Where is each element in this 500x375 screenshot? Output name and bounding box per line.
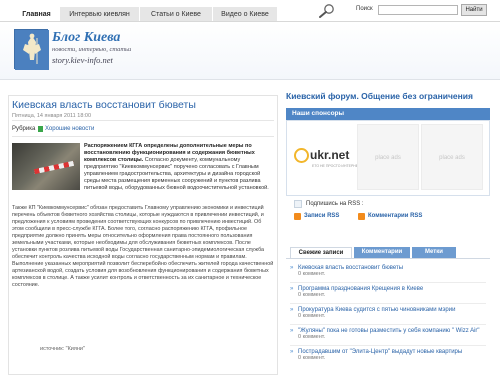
- list-item: "Жуляны" пока не готовы разместить у себ…: [290, 328, 490, 340]
- recent-post-link[interactable]: "Жуляны" пока не готовы разместить у себ…: [290, 328, 490, 334]
- ad-placeholder-1[interactable]: place ads: [357, 124, 419, 190]
- recent-post-link[interactable]: Программа празднования Крещения в Киеве: [290, 286, 490, 292]
- tab-home[interactable]: Главная: [14, 7, 60, 22]
- list-item: Программа празднования Крещения в Киеве …: [290, 286, 490, 298]
- rubric-icon: [38, 126, 43, 132]
- tab-recent-posts[interactable]: Свежие записи: [290, 247, 352, 258]
- ukrnet-brand: ukr.net: [310, 148, 350, 162]
- tab-interviews[interactable]: Интервью киевлян: [60, 7, 140, 22]
- list-item: Прокуратура Киева судится с пятью чиновн…: [290, 307, 490, 319]
- tab-videos[interactable]: Видео о Киеве: [213, 7, 278, 22]
- magnifier-icon: [319, 4, 334, 18]
- divider: [290, 324, 486, 325]
- site-subtitle: новости, интервью, статьи: [52, 46, 132, 53]
- article-title[interactable]: Киевская власть восстановит бюветы: [12, 99, 196, 111]
- list-item: Киевская власть восстановит бюветы 0 ком…: [290, 265, 490, 277]
- divider: [290, 282, 486, 283]
- rubric-link[interactable]: Хорошие новости: [45, 126, 94, 132]
- sponsors-label: Наши спонсоры: [292, 110, 345, 117]
- search-input[interactable]: [378, 5, 458, 15]
- search-button[interactable]: Найти: [461, 4, 487, 16]
- recent-post-link[interactable]: Киевская власть восстановит бюветы: [290, 265, 490, 271]
- rss-subscribe-label: Подпишись на RSS :: [306, 201, 364, 207]
- article-photo: [12, 143, 80, 190]
- forum-link[interactable]: Киевский форум. Общение без ограничения: [286, 91, 473, 101]
- subscribe-icon: [294, 200, 302, 208]
- rss-comments-link[interactable]: Комментарии RSS: [368, 213, 422, 219]
- tab-articles[interactable]: Статьи о Киеве: [140, 7, 213, 22]
- search-label: Поиск: [356, 6, 373, 12]
- list-item: Пострадавшим от "Элита-Центр" выдадут но…: [290, 349, 490, 361]
- article-body: Также КП "Киевкоммунсервис" обязан предо…: [12, 205, 274, 288]
- rss-icon: [358, 213, 365, 220]
- comment-count: 0 коммент.: [298, 355, 326, 361]
- recent-post-link[interactable]: Пострадавшим от "Элита-Центр" выдадут но…: [290, 349, 490, 355]
- rubric-label: Рубрика: [12, 126, 36, 132]
- top-navigation: Главная Интервью киевлян Статьи о Киеве …: [0, 0, 500, 22]
- tab-comments[interactable]: Комментарии: [354, 247, 410, 258]
- article-source: источник: "Кияни": [40, 346, 85, 352]
- kyiv-coat-of-arms-logo[interactable]: [14, 29, 49, 70]
- recent-post-link[interactable]: Прокуратура Киева судится с пятью чиновн…: [290, 307, 490, 313]
- rss-posts-link[interactable]: Записи RSS: [304, 213, 339, 219]
- tab-tags[interactable]: Метки: [412, 247, 456, 258]
- comment-count: 0 коммент.: [298, 313, 326, 319]
- comment-count: 0 коммент.: [298, 292, 326, 298]
- divider: [12, 136, 274, 137]
- site-title[interactable]: Блог Киева: [52, 30, 120, 46]
- article-date: Пятница, 14 января 2011 18:00: [12, 113, 92, 119]
- tabs-divider: [286, 258, 490, 259]
- barrier-tape: [33, 160, 75, 175]
- divider: [12, 120, 274, 121]
- divider: [290, 345, 486, 346]
- ukrnet-tagline: ЕТО НЕ ПРОСТО ИНТЕРНЕТ: [312, 164, 361, 168]
- ad-placeholder-2[interactable]: place ads: [421, 124, 483, 190]
- article-lead: Распоряжением КГГА определены дополнител…: [84, 143, 274, 192]
- divider: [290, 303, 486, 304]
- archangel-icon: [15, 30, 49, 70]
- site-url: story.kiev-info.net: [52, 55, 113, 65]
- comment-count: 0 коммент.: [298, 334, 326, 340]
- ukrnet-logo-icon: [294, 148, 309, 163]
- comment-count: 0 коммент.: [298, 271, 326, 277]
- rss-icon: [294, 213, 301, 220]
